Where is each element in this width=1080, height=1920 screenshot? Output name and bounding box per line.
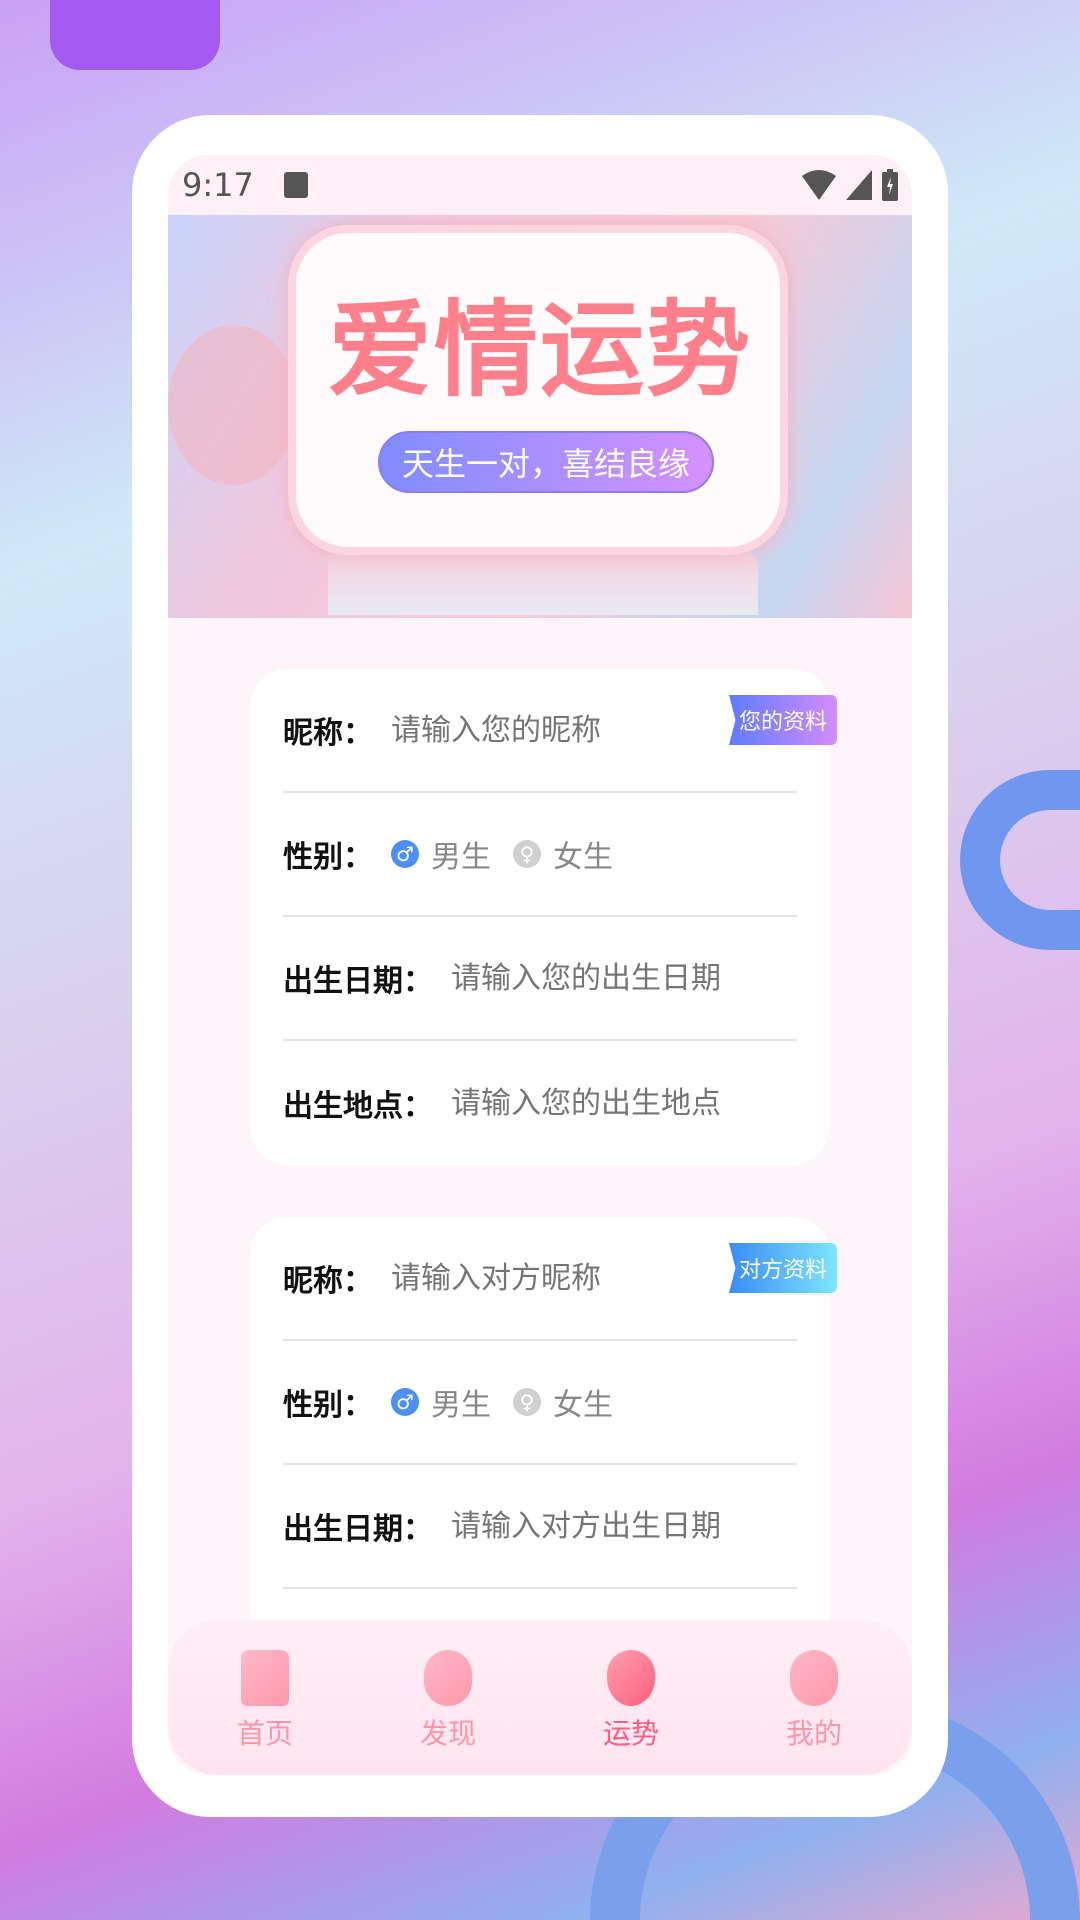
tab-label: 我的: [785, 1717, 842, 1750]
birthdate-input[interactable]: [451, 960, 751, 996]
love-fortune-banner: 爱情运势 天生一对，喜结良缘: [168, 215, 912, 618]
tab-home[interactable]: 首页: [205, 1620, 325, 1752]
tab-discover[interactable]: 发现: [388, 1620, 508, 1752]
tab-fortune[interactable]: 运势: [571, 1620, 691, 1752]
partner-gender-row: 性别： ♂ 男生 ♀ 女生: [283, 1341, 797, 1465]
nickname-row: 昵称：: [283, 669, 797, 793]
partner-info-card: 对方资料 昵称： 性别： ♂ 男生 ♀ 女生 出生日期：: [251, 1217, 837, 1677]
partner-info-tag: 对方资料: [729, 1243, 837, 1293]
partner-nickname-input[interactable]: [391, 1260, 691, 1296]
partner-birthdate-input[interactable]: [451, 1508, 751, 1544]
male-label: 男生: [431, 1388, 491, 1423]
bg-ring: [960, 770, 1080, 950]
home-icon: [241, 1650, 289, 1706]
tab-label: 发现: [419, 1717, 476, 1750]
birthdate-label: 出生日期：: [283, 1512, 433, 1547]
nickname-label: 昵称：: [283, 1264, 373, 1299]
partner-female-option[interactable]: ♀ 女生: [513, 1380, 613, 1424]
image-notification-icon: [283, 172, 308, 198]
male-icon: ♂: [391, 840, 419, 868]
female-option[interactable]: ♀ 女生: [513, 832, 613, 876]
partner-birthdate-row: 出生日期：: [283, 1465, 797, 1589]
female-label: 女生: [553, 1388, 613, 1423]
banner-slogan: 天生一对，喜结良缘: [378, 431, 714, 493]
app-screen: 9:17 爱情运势 天生一对，喜结良缘 您的资料 昵称： 性别： ♂ 男生 ♀ 女生…: [168, 155, 912, 1775]
birthplace-row: 出生地点：: [283, 1041, 797, 1165]
female-icon: ♀: [513, 1388, 541, 1416]
tab-mine[interactable]: 我的: [754, 1620, 874, 1752]
female-label: 女生: [553, 840, 613, 875]
status-bar: 9:17: [168, 155, 912, 215]
bottom-tab-bar: 首页 发现 运势 我的: [168, 1620, 912, 1775]
partner-male-option[interactable]: ♂ 男生: [391, 1380, 491, 1424]
signal-icon: [846, 170, 872, 200]
gender-label: 性别：: [283, 840, 373, 875]
tab-label: 运势: [602, 1717, 659, 1750]
my-info-tag: 您的资料: [729, 695, 837, 745]
male-label: 男生: [431, 840, 491, 875]
male-option[interactable]: ♂ 男生: [391, 832, 491, 876]
compass-icon: [424, 1650, 472, 1706]
partner-nickname-row: 昵称：: [283, 1217, 797, 1341]
birthplace-label: 出生地点：: [283, 1089, 433, 1124]
banner-title: 爱情运势: [327, 289, 752, 411]
birthplace-input[interactable]: [451, 1085, 751, 1121]
heart-icon: [607, 1650, 655, 1706]
nickname-input[interactable]: [391, 712, 691, 748]
tab-label: 首页: [236, 1717, 293, 1750]
nickname-label: 昵称：: [283, 716, 373, 751]
gender-label: 性别：: [283, 1388, 373, 1423]
my-info-card: 您的资料 昵称： 性别： ♂ 男生 ♀ 女生 出生日期： 出生地点：: [251, 669, 837, 1165]
female-icon: ♀: [513, 840, 541, 868]
wifi-icon: [802, 170, 836, 200]
birthdate-label: 出生日期：: [283, 964, 433, 999]
birthdate-row: 出生日期：: [283, 917, 797, 1041]
status-time: 9:17: [182, 166, 254, 204]
bg-shape: [50, 0, 220, 70]
male-icon: ♂: [391, 1388, 419, 1416]
profile-icon: [790, 1650, 838, 1706]
gender-row: 性别： ♂ 男生 ♀ 女生: [283, 793, 797, 917]
battery-icon: [882, 169, 898, 201]
